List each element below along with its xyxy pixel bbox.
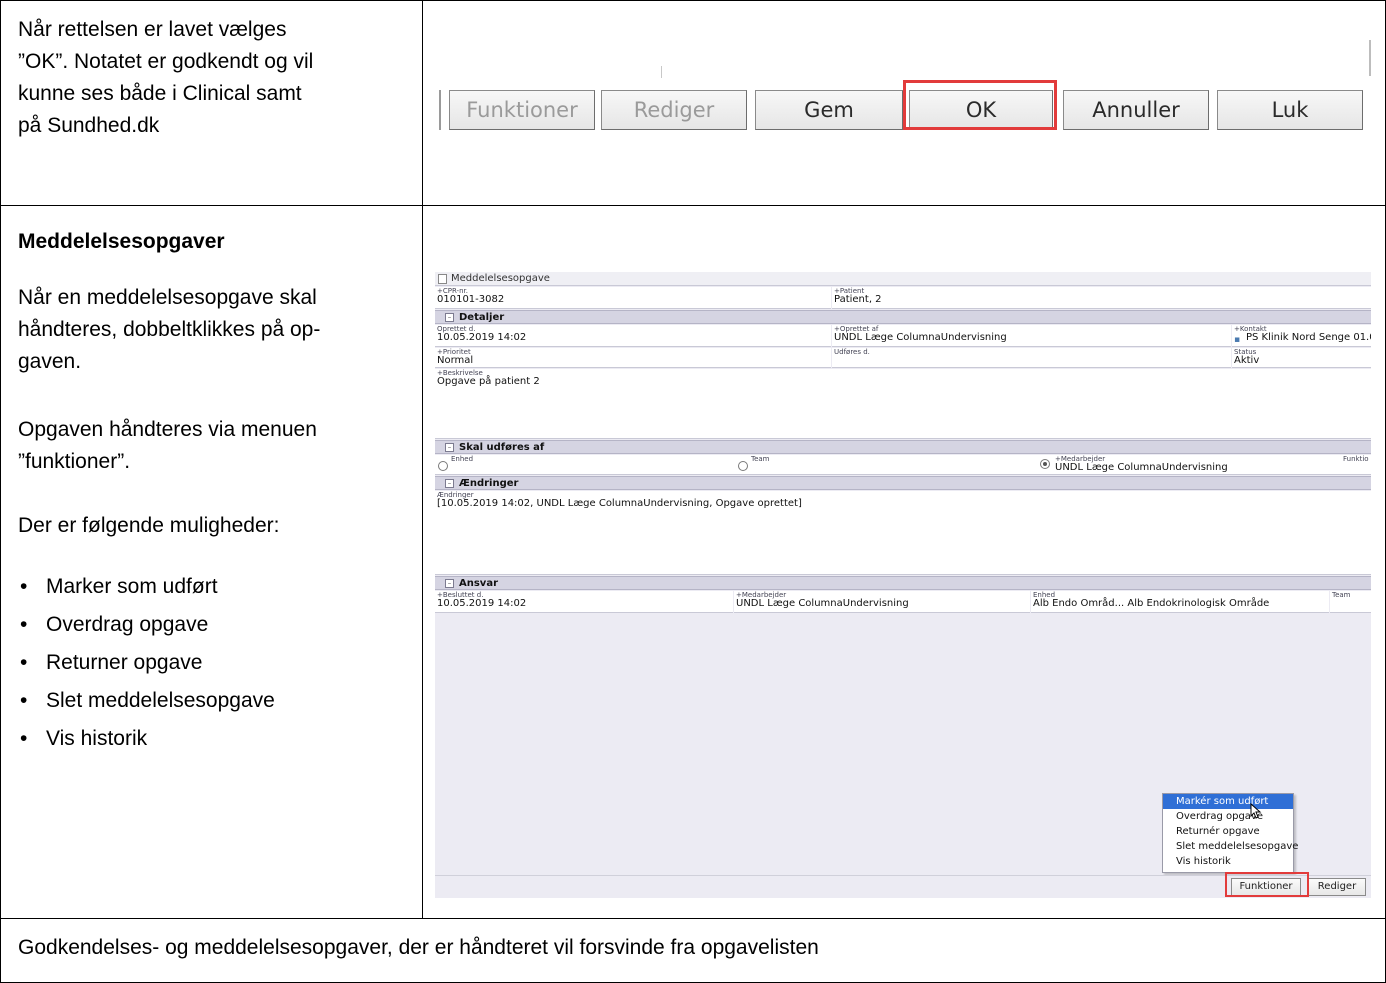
list-item: Marker som udført (0, 568, 275, 606)
section-heading: Meddelelsesopgaver (18, 230, 225, 253)
collapse-icon[interactable]: – (445, 313, 454, 322)
text-line: gaven. (18, 350, 82, 373)
field-value: 10.05.2019 14:02 (437, 332, 527, 343)
udfores-field: Udføres d. (832, 348, 1231, 368)
field-label: Enhed (451, 455, 474, 463)
field-value: Normal (437, 355, 474, 366)
funktioner-button[interactable]: Funktioner (449, 90, 595, 130)
section-title: Detaljer (459, 312, 505, 323)
field-value: Alb Endo Områd... Alb Endokrinologisk Om… (1033, 598, 1270, 609)
row1-line: kunne ses både i Clinical samt (18, 82, 302, 105)
collapse-icon[interactable]: – (445, 479, 454, 488)
field-value: Patient, 2 (834, 294, 882, 305)
text-line: ”funktioner”. (18, 450, 131, 473)
gem-button[interactable]: Gem (755, 90, 903, 130)
strip-tick (661, 66, 662, 78)
field-value: UNDL Læge ColumnaUndervisning (736, 598, 909, 609)
row1-instruction: Når rettelsen er lavet vælges ”OK”. Nota… (18, 14, 313, 142)
collapse-icon[interactable]: – (445, 443, 454, 452)
team-radio[interactable] (738, 461, 748, 471)
ansvar-enhed-field: Enhed Alb Endo Områd... Alb Endokrinolog… (1031, 591, 1329, 613)
strip-edge (439, 90, 441, 130)
row2-heading: Meddelelsesopgaver (18, 226, 225, 258)
bed-icon: ▪ (1234, 335, 1241, 345)
ansvar-team-field: Team (1330, 591, 1371, 613)
button-strip-screenshot: Funktioner Rediger Gem OK Annuller Luk (435, 0, 1371, 180)
section-aendringer[interactable]: – Ændringer (435, 476, 1371, 490)
luk-button[interactable]: Luk (1217, 90, 1363, 130)
row2-paragraph-2: Opgaven håndteres via menuen ”funktioner… (18, 414, 317, 478)
strip-background (435, 38, 1371, 78)
field-value: 010101-3082 (437, 294, 505, 305)
menu-item-returner-opgave[interactable]: Returnér opgave (1163, 824, 1293, 839)
field-value: UNDL Læge ColumnaUndervisning (834, 332, 1007, 343)
kontakt-field: +Kontakt ▪ PS Klinik Nord Senge 01.0 (1232, 325, 1371, 347)
ok-highlight-box (903, 80, 1057, 130)
ansvar-medarbejder-field: +Medarbejder UNDL Læge ColumnaUndervisni… (734, 591, 1030, 613)
section-title: Ændringer (459, 478, 519, 489)
section-ansvar[interactable]: – Ansvar (435, 576, 1371, 590)
section-title: Skal udføres af (459, 442, 545, 453)
list-item: Slet meddelelsesopgave (0, 682, 275, 720)
field-label: Team (1332, 591, 1351, 599)
section-skal-udfores-af[interactable]: – Skal udføres af (435, 440, 1371, 454)
field-label: Team (751, 455, 770, 463)
list-item: Vis historik (0, 720, 275, 758)
prioritet-field: +Prioritet Normal (435, 348, 831, 368)
menu-item-overdrag-opgave[interactable]: Overdrag opgave (1163, 809, 1293, 824)
table-row-divider (0, 205, 1386, 206)
collapse-icon[interactable]: – (445, 579, 454, 588)
enhed-radio[interactable] (438, 461, 448, 471)
section-title: Ansvar (459, 578, 499, 589)
table-row-divider (0, 918, 1386, 919)
assignee-row: Enhed Team +Medarbejder UNDL Læge Column… (435, 455, 1371, 475)
beskrivelse-field[interactable]: +Beskrivelse Opgave på patient 2 (435, 369, 1371, 439)
document-icon (438, 274, 447, 284)
section-detaljer[interactable]: – Detaljer (435, 310, 1371, 324)
strip-edge (1369, 40, 1371, 76)
cpr-field: +CPR-nr. 010101-3082 (435, 287, 831, 309)
row2-paragraph-3: Der er følgende muligheder: (18, 514, 280, 537)
funktioner-menu: Markér som udført Overdrag opgave Return… (1162, 793, 1298, 873)
menu-item-vis-historik[interactable]: Vis historik (1163, 854, 1293, 869)
field-value: Opgave på patient 2 (437, 376, 540, 387)
field-value: PS Klinik Nord Senge 01.0 (1246, 332, 1371, 343)
form-title: Meddelelsesopgave (451, 273, 550, 284)
task-form-screenshot: Meddelelsesopgave +CPR-nr. 010101-3082 +… (435, 272, 1371, 898)
besluttet-field: +Besluttet d. 10.05.2019 14:02 (435, 591, 733, 613)
mouse-cursor-icon (1250, 803, 1262, 819)
annuller-button[interactable]: Annuller (1063, 90, 1209, 130)
options-list: Marker som udført Overdrag opgave Return… (0, 568, 275, 758)
aendringer-field: Ændringer [10.05.2019 14:02, UNDL Læge C… (435, 491, 1371, 575)
list-item: Returner opgave (0, 644, 275, 682)
rediger-button[interactable]: Rediger (1308, 878, 1366, 896)
oprettet-field: Oprettet d. 10.05.2019 14:02 (435, 325, 831, 347)
footer-note: Godkendelses- og meddelelsesopgaver, der… (18, 936, 819, 959)
text-line: Når en meddelelsesopgave skal (18, 286, 317, 309)
row1-line: Når rettelsen er lavet vælges (18, 18, 287, 41)
field-label: Udføres d. (834, 348, 870, 356)
field-value: [10.05.2019 14:02, UNDL Læge ColumnaUnde… (437, 498, 802, 509)
table-border-left (0, 0, 1, 983)
text-line: håndteres, dobbeltklikkes på op- (18, 318, 321, 341)
menu-item-marker-som-udfoert[interactable]: Markér som udført (1163, 794, 1293, 809)
status-field: Status Aktiv (1232, 348, 1371, 368)
funktioner-highlight-box (1225, 872, 1309, 897)
rediger-button[interactable]: Rediger (601, 90, 747, 130)
field-label: Funktio (1343, 455, 1369, 463)
row1-line: ”OK”. Notatet er godkendt og vil (18, 50, 314, 73)
medarbejder-radio[interactable] (1040, 459, 1050, 469)
row2-paragraph-1: Når en meddelelsesopgave skal håndteres,… (18, 282, 320, 378)
text-line: Opgaven håndteres via menuen (18, 418, 317, 441)
menu-item-slet-meddelelsesopgave[interactable]: Slet meddelelsesopgave (1163, 839, 1298, 854)
form-titlebar: Meddelelsesopgave (435, 272, 1371, 286)
oprettet-af-field: +Oprettet af UNDL Læge ColumnaUndervisni… (832, 325, 1231, 347)
field-value: 10.05.2019 14:02 (437, 598, 527, 609)
table-column-divider (422, 0, 423, 918)
list-item: Overdrag opgave (0, 606, 275, 644)
field-value: Aktiv (1234, 355, 1260, 366)
field-value: UNDL Læge ColumnaUndervisning (1055, 462, 1228, 473)
row1-line: på Sundhed.dk (18, 114, 160, 137)
patient-field: +Patient Patient, 2 (832, 287, 1371, 309)
